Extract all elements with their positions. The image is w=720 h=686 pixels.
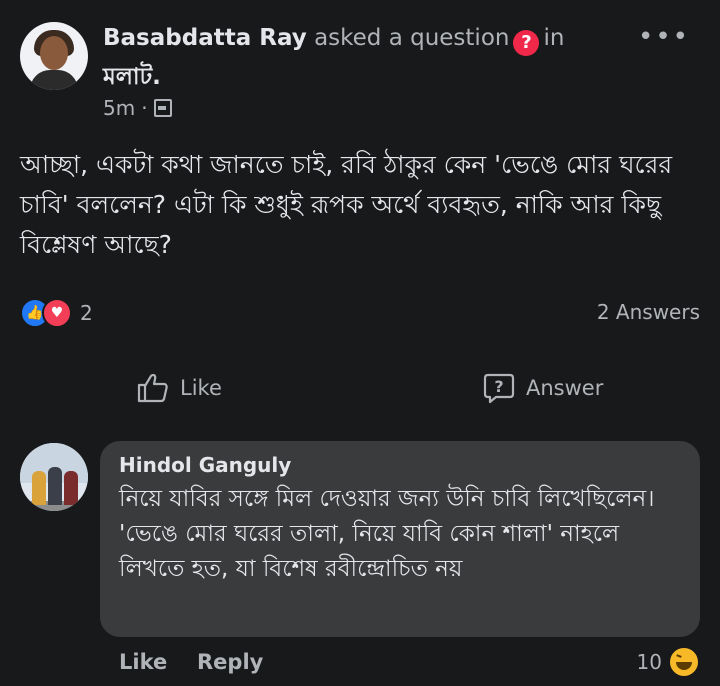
more-options-icon[interactable]: ••• — [638, 22, 690, 52]
like-label: Like — [180, 376, 222, 400]
question-bubble-icon: ? — [482, 372, 516, 404]
thumbs-up-icon — [136, 372, 170, 404]
question-text: আচ্ছা, একটা কথা জানতে চাই, রবি ঠাকুর কেন… — [20, 150, 673, 259]
reaction-count: 2 — [80, 301, 93, 325]
answers-count[interactable]: 2 Answers — [597, 300, 700, 324]
comment-line-2: 'ভেঙে মোর ঘরের তালা, নিয়ে যাবি কোন শালা… — [119, 521, 620, 582]
answer-label: Answer — [526, 376, 604, 400]
in-text: in — [543, 25, 565, 51]
action-text: asked a question — [314, 25, 510, 51]
answer-button[interactable]: ? Answer — [482, 372, 603, 404]
commenter-avatar[interactable] — [20, 443, 88, 511]
comment-reaction-count: 10 — [636, 650, 662, 674]
photo-icon — [153, 99, 172, 117]
love-reaction-icon: ♥ — [42, 298, 72, 328]
group-name[interactable]: মলাট. — [103, 58, 161, 97]
haha-reaction-icon — [668, 646, 700, 678]
reaction-summary[interactable]: 👍 ♥ 2 — [20, 298, 93, 328]
post-meta: 5m · — [103, 96, 172, 120]
meta-separator: · — [141, 96, 148, 120]
question-badge-icon: ? — [513, 30, 540, 56]
post-header-line: Basabdatta Ray asked a question? in — [103, 22, 564, 56]
author-name[interactable]: Basabdatta Ray — [103, 25, 307, 51]
author-avatar[interactable] — [20, 22, 88, 90]
comment-line-1: নিয়ে যাবির সঙ্গে মিল দেওয়ার জন্য উনি চ… — [119, 486, 655, 512]
comment-like-button[interactable]: Like — [119, 650, 167, 674]
comment-text: নিয়ে যাবির সঙ্গে মিল দেওয়ার জন্য উনি চ… — [119, 482, 689, 587]
commenter-name[interactable]: Hindol Ganguly — [119, 453, 291, 477]
like-button[interactable]: Like — [136, 372, 222, 404]
svg-text:?: ? — [494, 377, 503, 396]
comment-reaction-summary[interactable]: 10 — [637, 646, 700, 678]
post-time[interactable]: 5m — [103, 96, 135, 120]
comment-reply-button[interactable]: Reply — [197, 650, 263, 674]
